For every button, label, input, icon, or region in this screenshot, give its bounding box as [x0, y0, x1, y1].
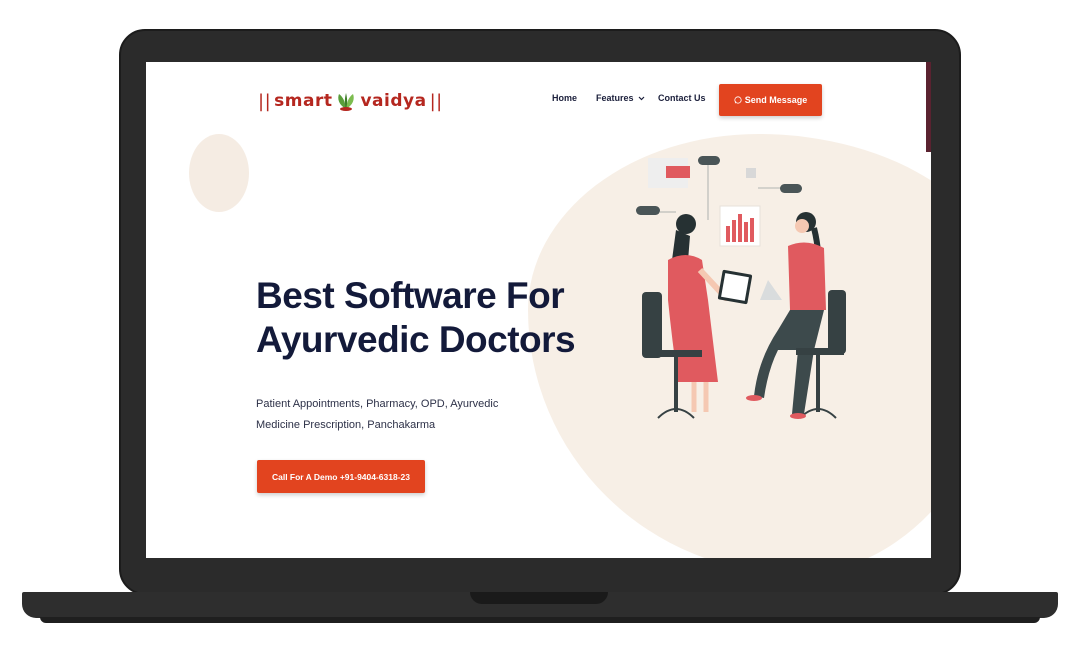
label-pill — [698, 156, 720, 165]
person-shirt — [788, 242, 826, 310]
hero-title-line1: Best Software For — [256, 275, 565, 316]
nav-features[interactable]: Features — [596, 93, 645, 103]
nav-contact[interactable]: Contact Us — [658, 93, 706, 103]
logo-bars: || — [429, 90, 443, 112]
chart-bar — [750, 218, 754, 242]
leaf-icon — [338, 93, 355, 111]
person-legs — [691, 382, 709, 412]
chair-back — [828, 290, 846, 354]
chair-seat — [796, 348, 844, 355]
person-shoe — [790, 413, 806, 419]
laptop-base-shadow — [40, 617, 1040, 623]
chevron-down-icon — [638, 96, 645, 101]
chart-bar — [726, 226, 730, 242]
tablet-screen — [721, 273, 749, 301]
brand-logo[interactable]: || smart vaidya || — [258, 86, 443, 116]
laptop-notch — [470, 592, 608, 604]
ui-card-accent — [666, 166, 690, 178]
label-pill — [636, 206, 660, 215]
person-face — [795, 219, 809, 233]
nav-features-label: Features — [596, 93, 634, 103]
logo-bars: || — [258, 90, 272, 112]
ui-card — [746, 168, 756, 178]
whatsapp-icon — [734, 96, 742, 104]
chart-bar — [738, 214, 742, 242]
chart-bar — [744, 222, 748, 242]
decorative-blob — [189, 134, 249, 212]
person-pants — [754, 310, 824, 414]
label-pill — [780, 184, 802, 193]
chart-bar — [732, 220, 736, 242]
chair-seat — [652, 350, 702, 357]
laptop-device — [760, 280, 782, 300]
hero-title-line2: Ayurvedic Doctors — [256, 319, 576, 360]
hero-title: Best Software For Ayurvedic Doctors — [256, 274, 586, 362]
call-demo-button[interactable]: Call For A Demo +91-9404-6318-23 — [257, 460, 425, 493]
hero-subtitle: Patient Appointments, Pharmacy, OPD, Ayu… — [256, 398, 499, 431]
send-message-label: Send Message — [744, 95, 808, 105]
person-shoe — [746, 395, 762, 401]
website-screen: || smart vaidya || Home Features Contact… — [146, 62, 931, 558]
send-message-button[interactable]: Send Message — [719, 84, 822, 116]
logo-text-smart: smart — [274, 91, 333, 111]
person-head — [676, 214, 696, 234]
nav-home[interactable]: Home — [552, 93, 577, 103]
chair-back — [642, 292, 662, 358]
scrollbar[interactable] — [926, 62, 931, 152]
logo-text-vaidya: vaidya — [360, 91, 427, 111]
consultation-illustration — [636, 156, 846, 419]
